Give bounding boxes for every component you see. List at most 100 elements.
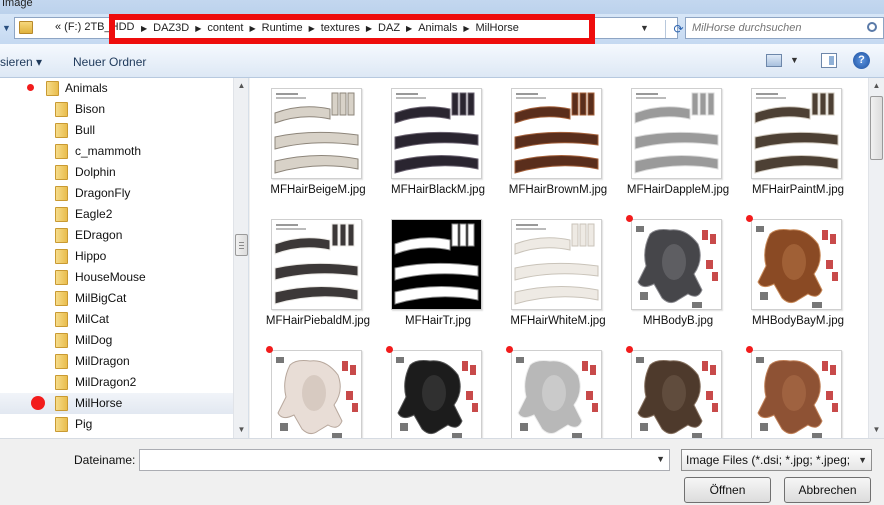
view-dropdown-icon[interactable]: ▼ [790,55,799,65]
back-arrow-icon[interactable]: ▼ [2,23,12,33]
cancel-button[interactable]: Abbrechen [784,477,871,503]
tree-item-animals[interactable]: Animals [0,78,233,99]
tree-item[interactable]: DragonFly [0,183,233,204]
file-thumbnail [631,350,722,438]
tree-item[interactable]: Dolphin [0,162,233,183]
address-row: ▼ « (F:) 2TB_HDD ▶ DAZ3D ▶ content ▶ Runtime ▶… [0,14,884,44]
tree-item[interactable]: MilDragon2 [0,372,233,393]
file-tile[interactable]: MFHairPaintM.jpg [730,78,844,206]
file-thumbnail [391,350,482,438]
file-view: ▲ ▼ MFHairBeigeM.jpg MFHairBlackM.jpg MFHa… [250,78,884,438]
file-name: MFHairBrownM.jpg [508,184,608,196]
file-tile[interactable]: MFHairDappleM.jpg [610,78,729,206]
marker-dot [386,346,393,353]
tree-item[interactable]: Bison [0,99,233,120]
folder-icon [55,312,68,327]
filetype-select[interactable]: Image Files (*.dsi; *.jpg; *.jpeg; ▼ [681,449,872,471]
file-tile[interactable]: MHBodyBayM.jpg [730,209,844,337]
tree-item[interactable]: MilBigCat [0,288,233,309]
file-tile[interactable] [370,340,482,438]
file-tile[interactable] [730,340,842,438]
tree-item[interactable]: MilDog [0,330,233,351]
file-open-dialog: Image ▼ « (F:) 2TB_HDD ▶ DAZ3D ▶ content ▶ Ru… [0,0,884,505]
folder-icon [55,123,68,138]
tree-label: MilBigCat [75,291,127,305]
search-icon[interactable] [867,22,877,32]
folder-icon [19,21,33,34]
file-name: MFHairTr.jpg [404,315,472,327]
help-icon[interactable]: ? [853,52,870,69]
filename-field[interactable]: ▼ [139,449,670,471]
tree-item[interactable]: MilCat [0,309,233,330]
file-tile[interactable]: MFHairBeigeM.jpg [250,78,366,206]
tree-item[interactable]: MilDragon [0,351,233,372]
tree-label: MilCat [75,312,110,326]
folder-icon [55,249,68,264]
file-thumbnail [511,88,602,179]
scroll-up-icon[interactable]: ▲ [234,78,248,94]
file-thumbnail [751,350,842,438]
filename-input[interactable] [140,450,650,470]
file-tile[interactable]: MHBodyB.jpg [610,209,722,337]
tree-item[interactable]: EDragon [0,225,233,246]
file-view-scrollbar[interactable]: ▲ ▼ [868,78,884,438]
scroll-thumb[interactable] [870,96,883,160]
file-tile[interactable]: MFHairBlackM.jpg [370,78,485,206]
view-icon[interactable] [766,54,782,67]
tree-label: HouseMouse [75,270,146,284]
marker-dot [31,396,45,410]
file-tile[interactable]: MFHairBrownM.jpg [490,78,607,206]
tree-item[interactable]: Eagle2 [0,204,233,225]
folder-icon [55,207,68,222]
tree-item[interactable]: MilHorse [0,393,233,414]
new-folder-button[interactable]: Neuer Ordner [73,55,146,69]
file-tile[interactable]: MFHairWhiteM.jpg [490,209,606,337]
file-tile[interactable] [250,340,362,438]
marker-dot [626,215,633,222]
scroll-thumb[interactable] [235,234,248,256]
tree-label: DragonFly [75,186,131,200]
preview-pane-icon[interactable] [821,53,837,68]
file-thumbnail [511,350,602,438]
tree-item[interactable]: Bull [0,120,233,141]
file-thumbnail [751,219,842,310]
scroll-down-icon[interactable]: ▼ [234,422,248,438]
file-thumbnail [271,88,362,179]
filetype-dropdown-icon[interactable]: ▼ [858,450,867,470]
file-tile[interactable] [490,340,602,438]
file-thumbnail [271,219,362,310]
tree-label: MilDragon2 [75,375,137,389]
filename-dropdown-icon[interactable]: ▼ [656,454,665,464]
folder-icon [55,165,68,180]
folder-icon [46,81,59,96]
file-thumbnail [271,350,362,438]
file-thumbnail [631,219,722,310]
search-input[interactable] [686,18,861,38]
folder-icon [55,228,68,243]
marker-dot [626,346,633,353]
filename-label: Dateiname: [74,453,136,467]
scroll-up-icon[interactable]: ▲ [869,78,884,94]
sidebar-scrollbar[interactable]: ▲ ▼ [233,78,248,438]
tree-item[interactable]: Hippo [0,246,233,267]
file-name: MFHairBlackM.jpg [391,184,485,196]
filetype-value: Image Files (*.dsi; *.jpg; *.jpeg; [686,453,851,467]
search-box[interactable] [685,17,884,39]
tree-label: Hippo [75,249,107,263]
file-name: MHBodyB.jpg [642,315,714,327]
tree-item[interactable]: c_mammoth [0,141,233,162]
open-button[interactable]: Öffnen [684,477,771,503]
folder-icon [55,102,68,117]
tree-item[interactable]: Pig [0,414,233,435]
tree-label: Animals [65,81,108,95]
tree-item[interactable]: HouseMouse [0,267,233,288]
file-tile[interactable] [610,340,722,438]
tree-label: EDragon [75,228,123,242]
tree-label: MilDog [75,333,113,347]
file-tile[interactable]: MFHairTr.jpg [370,209,482,337]
tree-label: Bull [75,123,96,137]
organize-button[interactable]: sieren ▾ [0,55,42,69]
address-dropdown-icon[interactable]: ▼ [640,23,649,33]
file-tile[interactable]: MFHairPiebaldM.jpg [250,209,370,337]
scroll-down-icon[interactable]: ▼ [869,422,884,438]
